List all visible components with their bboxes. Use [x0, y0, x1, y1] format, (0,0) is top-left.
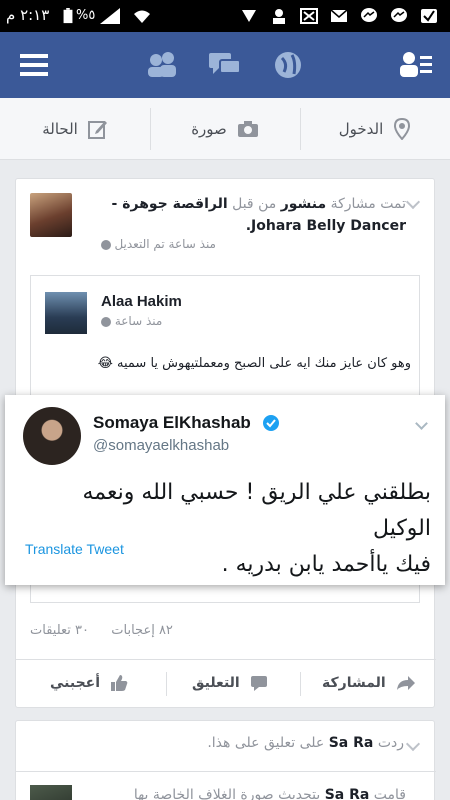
comment-label: التعليق: [192, 675, 240, 691]
status-bar: ٢:١٣ م %٥: [0, 0, 450, 32]
embedded-tweet[interactable]: Somaya ElKhashab @somayaelkhashab بطلقني…: [5, 395, 445, 585]
post-time: منذ ساعة تم التعديل: [76, 237, 216, 251]
messenger-icon: [361, 8, 377, 22]
globe-icon: [100, 239, 111, 250]
location-pin-icon: [394, 118, 411, 140]
divider: [16, 659, 436, 660]
shared-time: منذ ساعة: [101, 314, 162, 328]
by-text: من قبل: [232, 196, 277, 212]
thumbs-up-icon: [111, 675, 128, 691]
feed-post: ردت Sa Ra على تعليق على هذا. قامت Sa Ra …: [15, 720, 436, 800]
post-thumbnail: [30, 193, 72, 237]
action-divider: [300, 672, 301, 696]
contacts-list-icon[interactable]: [396, 46, 436, 84]
comments-count[interactable]: ٣٠ تعليقات: [30, 623, 89, 638]
tweet-author-name[interactable]: Somaya ElKhashab: [93, 413, 251, 433]
post-stats: ٨٢ إعجابات ٣٠ تعليقات: [30, 623, 173, 638]
shared-prefix: تمت مشاركة: [330, 196, 406, 212]
reply-notice: ردت Sa Ra على تعليق على هذا.: [207, 735, 404, 751]
likes-count[interactable]: ٨٢ إعجابات: [111, 623, 173, 638]
notification-icon: [242, 10, 256, 22]
translate-tweet-link[interactable]: Translate Tweet: [25, 541, 124, 557]
mail-icon: [330, 9, 348, 22]
post-header-text: تمت مشاركة منشور من قبل الراقصة جوهرة - …: [111, 196, 406, 234]
battery-icon: [63, 8, 73, 24]
comment-button[interactable]: التعليق: [192, 662, 268, 704]
chevron-down-icon[interactable]: [405, 194, 421, 210]
author-name[interactable]: Alaa Hakim: [101, 293, 182, 310]
tweet-text: بطلقني علي الريق ! حسبي الله ونعمه الوكي…: [82, 480, 431, 577]
notification-icon: [300, 8, 318, 24]
share-button[interactable]: المشاركة: [322, 662, 416, 704]
signal-icon: [100, 8, 120, 24]
tweet-avatar[interactable]: [23, 407, 81, 465]
status-time: ٢:١٣ م: [6, 6, 50, 24]
like-label: أعجبني: [50, 675, 101, 691]
menu-icon[interactable]: [16, 46, 56, 84]
edit-icon: [87, 121, 107, 139]
checkmark-icon: [421, 9, 437, 23]
status-label: الحالة: [42, 120, 78, 138]
share-arrow-icon: [396, 676, 415, 690]
share-label: المشاركة: [322, 675, 386, 691]
shared-post-text: وهو كان عايز منك ايه على الصبح ومعملتيهو…: [97, 356, 411, 371]
cover-update-text: قامت Sa Ra بتحديث صورة الغلاف الخاصة بها: [76, 787, 406, 800]
wifi-icon: [134, 10, 150, 23]
user-name-link[interactable]: Sa Ra: [329, 735, 374, 751]
author-avatar[interactable]: [45, 292, 87, 334]
messages-icon[interactable]: [205, 46, 245, 84]
post-link[interactable]: منشور: [281, 196, 326, 212]
photo-label: صورة: [191, 120, 227, 138]
chevron-down-icon[interactable]: [405, 736, 421, 752]
camera-icon: [237, 121, 258, 137]
top-navbar: [0, 32, 450, 98]
composer-bar: الدخول صورة الحالة: [0, 98, 450, 160]
battery-percent: %٥: [76, 8, 96, 23]
checkin-button[interactable]: الدخول: [300, 98, 450, 160]
globe-icon: [101, 316, 111, 327]
comment-icon: [250, 676, 267, 691]
messenger-icon: [391, 8, 407, 22]
friend-requests-icon[interactable]: [142, 46, 182, 84]
checkin-label: الدخول: [338, 120, 384, 138]
chevron-down-icon[interactable]: [415, 417, 428, 430]
user-name-link[interactable]: Sa Ra: [325, 787, 370, 800]
divider: [16, 771, 436, 772]
action-divider: [166, 672, 167, 696]
user-avatar[interactable]: [30, 785, 72, 800]
status-button[interactable]: الحالة: [0, 98, 150, 160]
verified-badge-icon: [263, 415, 279, 431]
tweet-handle[interactable]: @somayaelkhashab: [93, 437, 229, 454]
like-button[interactable]: أعجبني: [50, 662, 128, 704]
globe-icon[interactable]: [268, 46, 308, 84]
notification-icon: [273, 9, 285, 24]
photo-button[interactable]: صورة: [150, 98, 300, 160]
